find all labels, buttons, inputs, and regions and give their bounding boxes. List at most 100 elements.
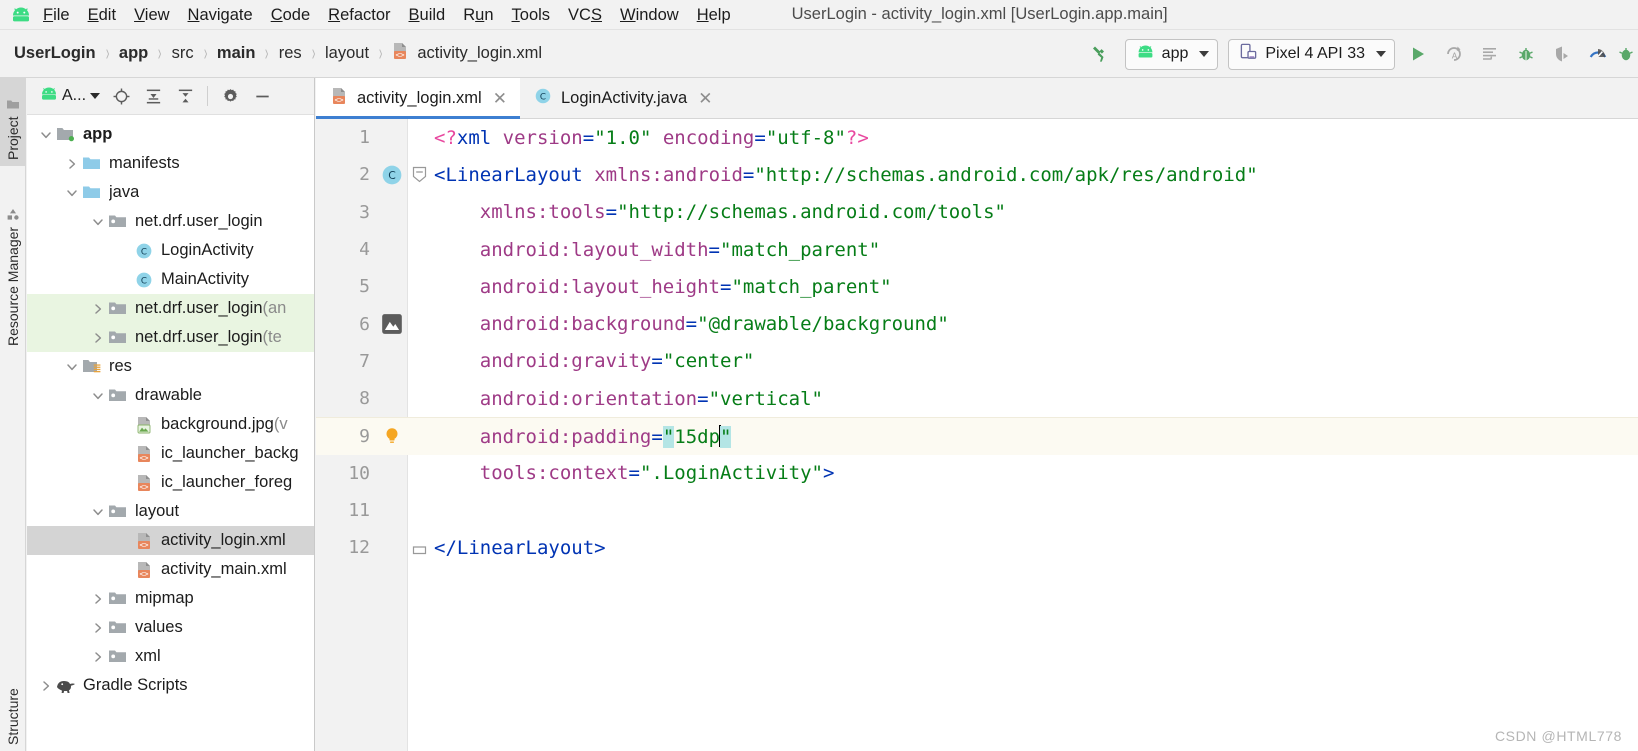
collapse-all-icon[interactable] xyxy=(170,81,200,111)
bug-icon[interactable] xyxy=(1508,36,1544,72)
code-text: <?xml version="1.0" encoding="utf-8"?> xyxy=(434,126,869,149)
chevron-down-icon[interactable] xyxy=(89,390,107,402)
tree-row[interactable]: net.drf.user_login (te xyxy=(27,323,314,352)
fold-close-marker[interactable] xyxy=(408,540,430,555)
menu-help[interactable]: Help xyxy=(688,3,740,27)
chevron-down-icon[interactable] xyxy=(89,216,107,228)
tree-row[interactable]: app xyxy=(27,120,314,149)
tree-row[interactable]: <> ic_launcher_backg xyxy=(27,439,314,468)
chevron-right-icon[interactable] xyxy=(63,158,81,170)
menu-view[interactable]: View xyxy=(125,3,178,27)
project-tool-window: A... app manifests java net.drf.user_log… xyxy=(27,78,315,751)
breadcrumb-item-main[interactable]: main xyxy=(215,44,258,63)
tree-row[interactable]: <> activity_main.xml xyxy=(27,555,314,584)
gear-icon[interactable] xyxy=(215,81,245,111)
chevron-down-icon[interactable] xyxy=(63,361,81,373)
project-folder-icon xyxy=(5,98,21,110)
code-text: tools:context=".LoginActivity"> xyxy=(479,462,835,485)
tree-row[interactable]: values xyxy=(27,613,314,642)
project-tree[interactable]: app manifests java net.drf.user_login C Login… xyxy=(27,115,314,751)
menu-edit[interactable]: Edit xyxy=(79,3,125,27)
code-text: android:layout_width="match_parent" xyxy=(479,238,881,261)
hammer-build-icon[interactable] xyxy=(1084,36,1120,72)
tree-row[interactable]: background.jpg (v xyxy=(27,410,314,439)
editor-tab-login-activity-java[interactable]: C LoginActivity.java ✕ xyxy=(520,78,726,118)
menu-vcs[interactable]: VCS xyxy=(559,3,611,27)
attach-debugger-icon[interactable] xyxy=(1544,36,1580,72)
sidebar-tab-resource-manager[interactable]: Resource Manager xyxy=(0,170,26,352)
tree-row[interactable]: C MainActivity xyxy=(27,265,314,294)
code-text: android:layout_height="match_parent" xyxy=(479,275,892,298)
tree-row[interactable]: mipmap xyxy=(27,584,314,613)
sidebar-tab-structure[interactable]: Structure xyxy=(0,678,26,751)
code-editor[interactable]: 1 <?xml version="1.0" encoding="utf-8"?>… xyxy=(316,119,1638,751)
tree-row[interactable]: <> activity_login.xml xyxy=(27,526,314,555)
editor-tab-strip: <> activity_login.xml ✕ C LoginActivity.… xyxy=(316,78,1638,119)
crosshair-target-icon[interactable] xyxy=(106,81,136,111)
menu-navigate[interactable]: Navigate xyxy=(179,3,262,27)
sidebar-tab-resource-manager-label: Resource Manager xyxy=(5,226,21,346)
menu-window[interactable]: Window xyxy=(611,3,688,27)
breadcrumb-item-layout[interactable]: layout xyxy=(323,44,371,63)
chevron-down-icon[interactable] xyxy=(89,506,107,518)
run-configuration-dropdown[interactable]: app xyxy=(1124,38,1219,70)
tree-row[interactable]: Gradle Scripts xyxy=(27,671,314,700)
sidebar-tab-project[interactable]: Project xyxy=(0,78,26,166)
close-icon[interactable]: ✕ xyxy=(493,90,507,107)
tree-row-label: values xyxy=(135,618,183,636)
breadcrumb-item-src[interactable]: src xyxy=(170,44,196,63)
device-selector-dropdown[interactable]: Pixel 4 API 33 xyxy=(1228,38,1395,70)
xml-file-icon: <> xyxy=(329,86,349,111)
chevron-right-icon[interactable] xyxy=(89,593,107,605)
expand-all-icon[interactable] xyxy=(138,81,168,111)
chevron-down-icon[interactable] xyxy=(63,187,81,199)
code-text: <LinearLayout xmlns:android="http://sche… xyxy=(434,163,1258,186)
breadcrumb-separator: › xyxy=(265,40,269,66)
editor-tab-activity-login-xml[interactable]: <> activity_login.xml ✕ xyxy=(316,78,520,119)
close-icon[interactable]: ✕ xyxy=(698,90,712,107)
tree-row[interactable]: manifests xyxy=(27,149,314,178)
coverage-icon[interactable] xyxy=(1616,36,1636,72)
chevron-down-icon[interactable] xyxy=(37,129,55,141)
minimize-icon[interactable] xyxy=(247,81,277,111)
menu-refactor[interactable]: Refactor xyxy=(319,3,399,27)
menu-code[interactable]: Code xyxy=(262,3,319,27)
breadcrumb-item-userlogin[interactable]: UserLogin xyxy=(12,44,98,63)
tree-row[interactable]: <> ic_launcher_foreg xyxy=(27,468,314,497)
editor-tab-label: LoginActivity.java xyxy=(560,88,688,107)
chevron-right-icon[interactable] xyxy=(89,651,107,663)
editor-tab-label: activity_login.xml xyxy=(357,88,482,107)
tree-row[interactable]: drawable xyxy=(27,381,314,410)
tree-row[interactable]: res xyxy=(27,352,314,381)
chevron-right-icon[interactable] xyxy=(89,622,107,634)
chevron-right-icon[interactable] xyxy=(89,303,107,315)
code-token-gravity-value: "center" xyxy=(662,350,755,373)
chevron-right-icon[interactable] xyxy=(37,680,55,692)
menu-file[interactable]: File xyxy=(34,3,79,27)
tree-row[interactable]: java xyxy=(27,178,314,207)
breadcrumb-item-res[interactable]: res xyxy=(277,44,304,63)
tree-row[interactable]: net.drf.user_login xyxy=(27,207,314,236)
tree-row[interactable]: net.drf.user_login (an xyxy=(27,294,314,323)
tree-row[interactable]: C LoginActivity xyxy=(27,236,314,265)
project-view-selector[interactable]: A... xyxy=(35,86,104,106)
fold-open-marker[interactable] xyxy=(408,166,430,183)
menu-build[interactable]: Build xyxy=(400,3,455,27)
tree-row[interactable]: xml xyxy=(27,642,314,671)
lightbulb-icon[interactable] xyxy=(376,425,408,447)
apply-code-changes-icon[interactable] xyxy=(1472,36,1508,72)
menu-tools[interactable]: Tools xyxy=(503,3,560,27)
apply-changes-restart-icon[interactable]: A xyxy=(1436,36,1472,72)
code-token-context-attr: tools:context xyxy=(479,462,629,485)
java-class-icon[interactable]: C xyxy=(376,163,408,187)
chevron-right-icon[interactable] xyxy=(89,332,107,344)
breadcrumb-item-app[interactable]: app xyxy=(117,44,150,63)
image-file-icon xyxy=(133,415,155,435)
menu-run[interactable]: Run xyxy=(454,3,502,27)
play-triangle-icon[interactable] xyxy=(1400,36,1436,72)
tree-row-label: java xyxy=(109,183,140,201)
image-preview-icon[interactable] xyxy=(376,312,408,336)
profiler-gauge-icon[interactable] xyxy=(1580,36,1616,72)
tree-row[interactable]: layout xyxy=(27,497,314,526)
breadcrumb-item-activity-login-xml[interactable]: activity_login.xml xyxy=(415,44,544,63)
